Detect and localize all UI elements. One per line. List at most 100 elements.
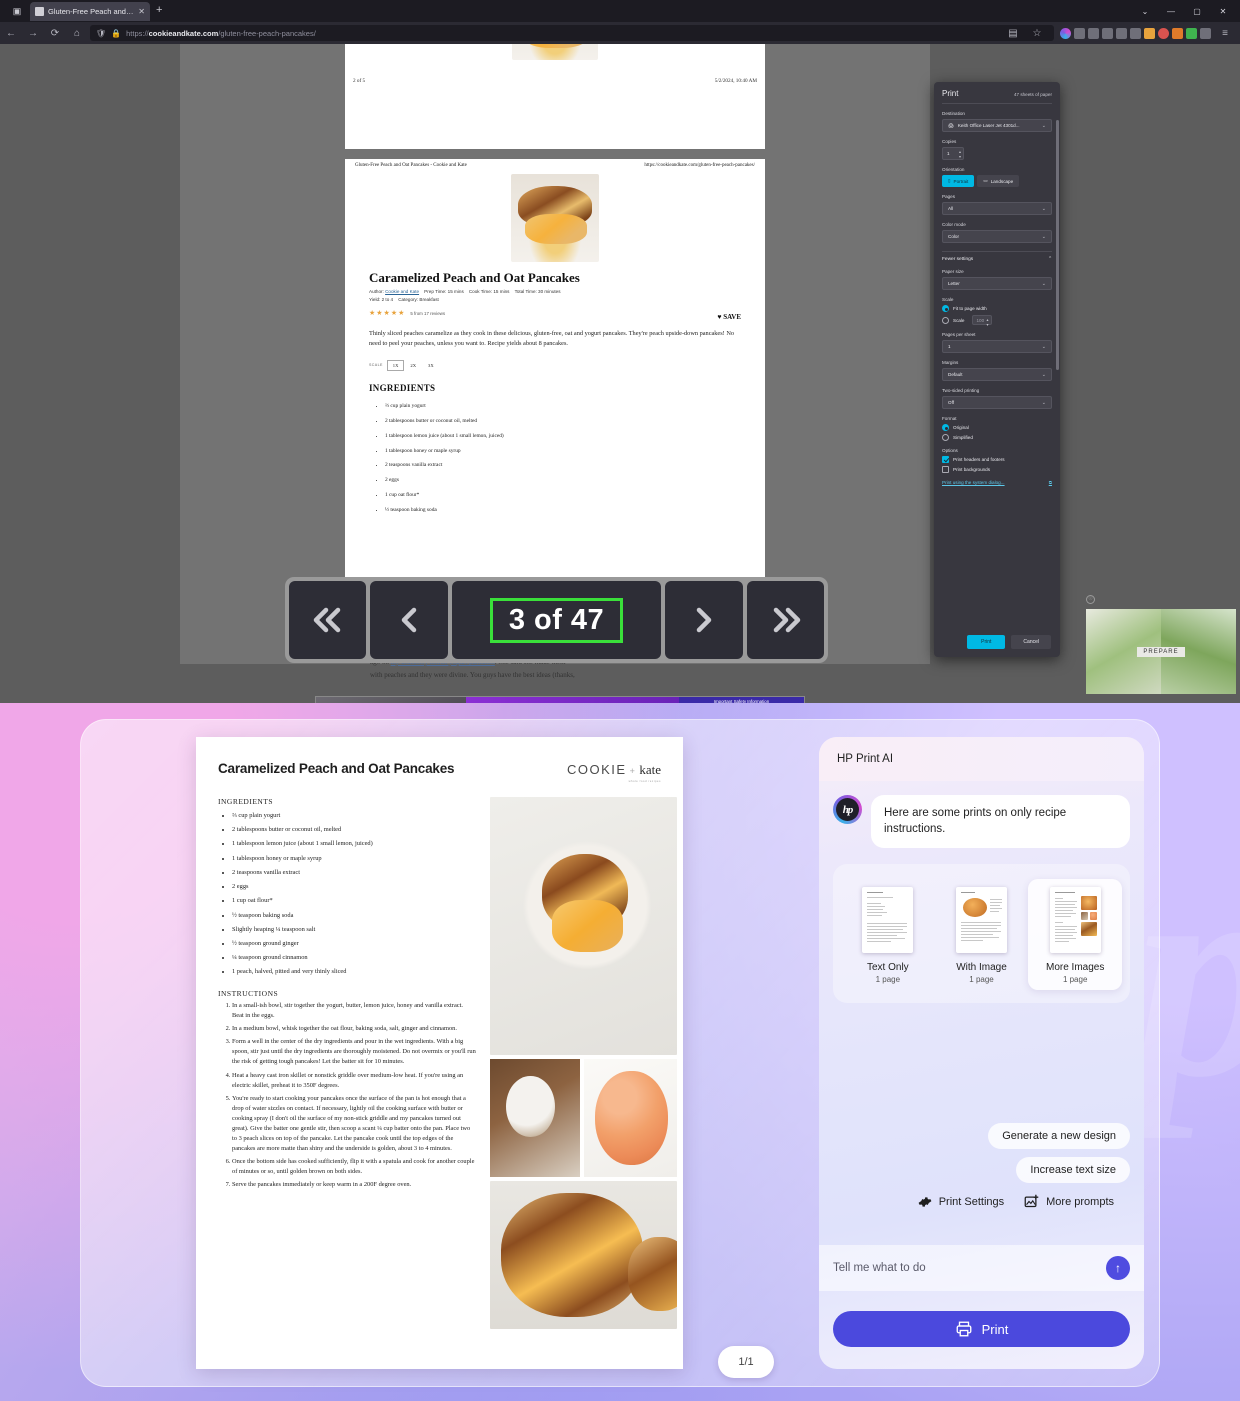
account-icon[interactable]	[1060, 27, 1071, 39]
download-icon[interactable]	[1088, 27, 1099, 39]
tab-strip-left-controls: ▣	[6, 3, 28, 20]
back-icon[interactable]: ←	[0, 22, 22, 44]
app-menu-icon[interactable]: ≡	[1214, 22, 1236, 44]
extension-share-icon[interactable]	[1200, 27, 1211, 39]
two-sided-select[interactable]: Off ⌄	[942, 396, 1052, 409]
video-close-icon[interactable]: ⊗	[1086, 595, 1095, 604]
design-card-text-only[interactable]: Text Only 1 page	[841, 879, 935, 990]
ingredient-item: 1 tablespoon lemon juice (about 1 small …	[385, 429, 741, 444]
print-settings-action[interactable]: Print Settings	[918, 1195, 1004, 1209]
fewer-settings-label: Fewer settings	[942, 257, 974, 262]
extensions-row: ≡	[1060, 22, 1240, 44]
print-cancel-button[interactable]: Cancel	[1011, 635, 1051, 649]
scale-option-1x[interactable]: 1X	[386, 359, 405, 371]
format-original-radio[interactable]: Original	[942, 424, 1052, 431]
ingredient-item: 1 tablespoon honey or maple syrup	[232, 852, 476, 866]
star-icon[interactable]: ☆	[1026, 22, 1048, 44]
save-button[interactable]: ♥ SAVE	[717, 313, 741, 321]
address-bar-actions: ▤ ☆	[1002, 22, 1048, 44]
send-prompt-button[interactable]: ↑	[1106, 1256, 1130, 1280]
maximize-button[interactable]: ▢	[1184, 3, 1210, 20]
ingredient-item: ⅔ cup plain yogurt	[232, 809, 476, 823]
color-mode-value: Color	[948, 234, 959, 239]
paper-size-label: Paper size	[942, 269, 964, 274]
page-indicator-container[interactable]: 3 of 47	[452, 581, 661, 659]
tab-close-icon[interactable]: ✕	[138, 7, 145, 16]
instruction-item: In a small-ish bowl, stir together the y…	[232, 1001, 476, 1021]
extension-amber-icon[interactable]	[1172, 27, 1183, 39]
design-card-more-images[interactable]: More Images 1 page	[1028, 879, 1123, 991]
suggestion-increase-text-size[interactable]: Increase text size	[1016, 1157, 1130, 1183]
stepper-arrows-icon[interactable]: ▴ ▾	[986, 317, 988, 327]
scale-fit-radio[interactable]: Fit to page width	[942, 305, 1052, 312]
firefox-view-icon[interactable]: ▣	[6, 3, 28, 20]
suggestion-generate-new-design[interactable]: Generate a new design	[988, 1123, 1130, 1149]
margins-select[interactable]: Default ⌄	[942, 368, 1052, 381]
forward-icon[interactable]: →	[22, 22, 44, 44]
chevron-down-icon: ⌄	[1041, 371, 1046, 378]
close-window-button[interactable]: ✕	[1210, 3, 1236, 20]
recipe-rating: ★★★★★ 5 from 17 reviews	[345, 305, 765, 317]
home-icon[interactable]: ⌂	[66, 22, 88, 44]
minimize-button[interactable]: —	[1158, 3, 1184, 20]
new-tab-button[interactable]: +	[156, 4, 162, 16]
browser-tab[interactable]: Gluten-Free Peach and Oat Pa... ✕	[30, 2, 150, 21]
pages-per-sheet-select[interactable]: 1 ⌄	[942, 340, 1052, 353]
orientation-landscape-button[interactable]: ▭ Landscape	[977, 175, 1020, 187]
print-dialog-scrollbar[interactable]	[1056, 120, 1059, 370]
tab-favicon-icon	[35, 7, 44, 16]
first-page-button[interactable]	[289, 581, 366, 659]
design-card-with-image[interactable]: With Image 1 page	[935, 879, 1029, 990]
linkedin-icon[interactable]	[1102, 27, 1113, 39]
ingredient-item: Slightly heaping ¼ teaspoon salt	[232, 923, 476, 937]
stepper-arrows-icon[interactable]: ▴ ▾	[959, 149, 961, 159]
address-bar[interactable]: 🛡 🔒 https://cookieandkate.com/gluten-fre…	[90, 25, 1054, 41]
scale-custom-radio[interactable]: Scale 100 ▴ ▾	[942, 315, 1052, 327]
format-simplified-radio[interactable]: Simplified	[942, 434, 1052, 441]
preview-page-number: 2 of 5	[353, 78, 366, 84]
more-prompts-action[interactable]: More prompts	[1024, 1194, 1114, 1209]
cookie-and-kate-logo: COOKIE + kate whole food recipes	[567, 761, 661, 783]
current-page-indicator[interactable]: 3 of 47	[489, 597, 624, 643]
previous-page-button[interactable]	[370, 581, 448, 659]
tab-list-button[interactable]: ⌄	[1132, 3, 1158, 20]
scale-value-input[interactable]: 100 ▴ ▾	[971, 315, 992, 327]
scale-fit-label: Fit to page width	[953, 306, 987, 311]
system-dialog-link[interactable]: Print using the system dialog... ⧉	[942, 480, 1052, 485]
headers-footers-checkbox[interactable]: Print headers and footers	[942, 456, 1052, 463]
chevron-down-icon: ⌄	[1041, 280, 1046, 287]
document-preview[interactable]: Caramelized Peach and Oat Pancakes COOKI…	[196, 737, 683, 1369]
color-mode-select[interactable]: Color ⌄	[942, 230, 1052, 243]
ad-banner[interactable]: If you're caring for someone with diabet…	[315, 696, 805, 703]
paper-size-select[interactable]: Letter ⌄	[942, 277, 1052, 290]
author-link[interactable]: Cookie and Kate	[385, 289, 419, 294]
last-page-button[interactable]	[747, 581, 824, 659]
extension-green-icon[interactable]	[1186, 27, 1197, 39]
shield-icon[interactable]: 🛡	[96, 29, 106, 38]
ingredient-item: ⅔ cup plain yogurt	[385, 399, 741, 414]
design-card-subtitle: 1 page	[1062, 975, 1088, 985]
shield-extension-icon[interactable]	[1074, 27, 1085, 39]
extension-red-icon[interactable]	[1158, 27, 1169, 39]
reader-icon[interactable]: ▤	[1002, 22, 1024, 44]
extension-orange-icon[interactable]	[1144, 27, 1155, 39]
orientation-portrait-button[interactable]: ▯ Portrait	[942, 175, 975, 187]
fewer-settings-toggle[interactable]: Fewer settings ⌃	[942, 252, 1052, 262]
next-page-button[interactable]	[665, 581, 743, 659]
hp-logo-icon: hp	[833, 795, 862, 824]
reload-icon[interactable]: ⟳	[44, 22, 66, 44]
sidebar-icon[interactable]	[1116, 27, 1127, 39]
pocket-icon[interactable]	[1130, 27, 1141, 39]
hp-print-button-label: Print	[981, 1321, 1009, 1337]
scale-option-2x[interactable]: 2X	[404, 360, 422, 371]
video-thumbnail[interactable]: PREPARE	[1086, 609, 1236, 694]
two-sided-label: Two-sided printing	[942, 388, 980, 393]
print-confirm-button[interactable]: Print	[967, 635, 1006, 649]
hp-print-button[interactable]: Print	[833, 1311, 1130, 1347]
copies-stepper[interactable]: 1 ▴ ▾	[942, 147, 964, 160]
scale-option-3x[interactable]: 3X	[422, 360, 440, 371]
ai-prompt-input[interactable]: Tell me what to do ↑	[819, 1245, 1144, 1291]
destination-select[interactable]: 🖨 Keith Office Laser Jet 4301d... ⌄	[942, 119, 1052, 132]
pages-select[interactable]: All ⌄	[942, 202, 1052, 215]
backgrounds-checkbox[interactable]: Print backgrounds	[942, 466, 1052, 473]
